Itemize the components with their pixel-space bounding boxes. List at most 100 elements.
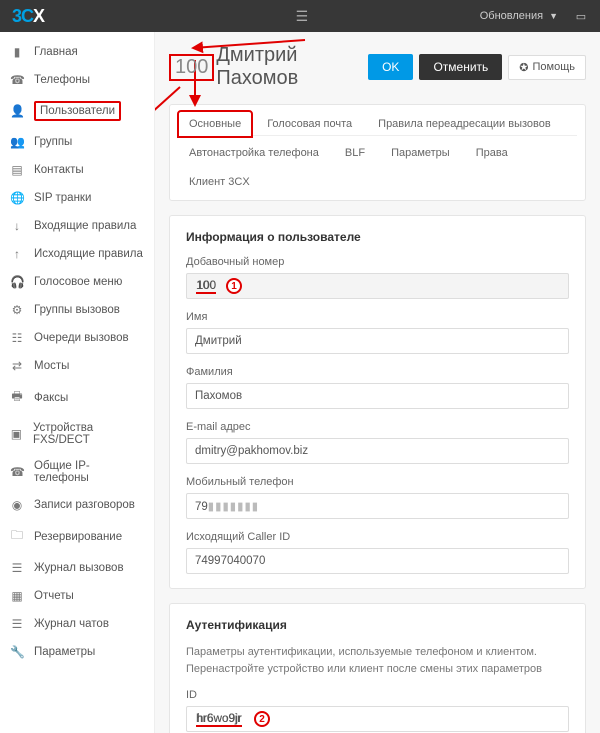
- lname-label: Фамилия: [186, 366, 569, 378]
- page-header: 100Дмитрий Пахомов OK Отменить ✪Помощь: [169, 44, 586, 90]
- tab-Права[interactable]: Права: [465, 140, 519, 165]
- sidebar-item-label: Контакты: [34, 164, 84, 176]
- mobile-label: Мобильный телефон: [186, 476, 569, 488]
- sidebar: ▮ Главная ☎Телефоны👤Пользователи 👥 Группы ▤ Ко…: [0, 32, 155, 733]
- bar-chart-icon: ▮: [10, 45, 24, 59]
- email-label: E-mail адрес: [186, 421, 569, 433]
- ok-button[interactable]: OK: [368, 54, 413, 80]
- sidebar-item-label: Отчеты: [34, 590, 74, 602]
- title-name: Дмитрий Пахомов: [216, 44, 368, 90]
- sidebar-item-label: Входящие правила: [34, 220, 136, 232]
- sidebar-item-9[interactable]: ⚙ Группы вызовов: [0, 296, 154, 324]
- sidebar-item-label: Исходящие правила: [34, 248, 143, 260]
- device-icon: ▣: [10, 427, 23, 441]
- settings-icon: 🔧: [10, 645, 24, 659]
- logo: 3CX: [12, 6, 44, 27]
- mobile-prefix: 79: [195, 501, 208, 513]
- backup-icon: 🗀: [10, 526, 24, 547]
- sidebar-item-15[interactable]: ◉ Записи разговоров: [0, 491, 154, 519]
- ext-underline: 100: [196, 278, 216, 294]
- sidebar-item-3[interactable]: 👥 Группы: [0, 128, 154, 156]
- sidebar-item-label: Записи разговоров: [34, 499, 135, 511]
- tab-Голосовая почта[interactable]: Голосовая почта: [256, 111, 363, 136]
- address-book-icon: ▤: [10, 163, 24, 177]
- group-icon: ⚙: [10, 303, 24, 317]
- caret-down-icon[interactable]: ▼: [549, 11, 558, 21]
- tab-Клиент 3CX[interactable]: Клиент 3CX: [178, 169, 261, 194]
- id-underline: hr6wo9jr: [196, 711, 242, 727]
- sidebar-item-5[interactable]: 🌐SIP транки: [0, 184, 154, 212]
- sidebar-item-4[interactable]: ▤ Контакты: [0, 156, 154, 184]
- tab-Основные[interactable]: Основные: [178, 111, 252, 137]
- sidebar-item-16[interactable]: 🗀 Резервирование: [0, 519, 154, 554]
- help-button[interactable]: ✪Помощь: [508, 55, 586, 80]
- bridge-icon: ⇄: [10, 359, 24, 373]
- auth-panel: Аутентификация Параметры аутентификации,…: [169, 603, 586, 733]
- sidebar-item-label: Мосты: [34, 360, 69, 372]
- sidebar-item-7[interactable]: ↑ Исходящие правила: [0, 240, 154, 268]
- cid-input[interactable]: [186, 548, 569, 574]
- sidebar-item-8[interactable]: 🎧Голосовое меню: [0, 268, 154, 296]
- lname-input[interactable]: [186, 383, 569, 409]
- sidebar-item-label: Журнал чатов: [34, 618, 109, 630]
- sidebar-item-label: Группы вызовов: [34, 304, 120, 316]
- chat-log-icon: ☰: [10, 617, 24, 631]
- upload-icon: ↑: [10, 247, 24, 261]
- sidebar-item-label: Журнал вызовов: [34, 562, 124, 574]
- sidebar-item-12[interactable]: 🖶 Факсы: [0, 380, 154, 415]
- users-icon: 👥: [10, 135, 24, 149]
- tabs: ОсновныеГолосовая почтаПравила переадрес…: [169, 104, 586, 201]
- sidebar-item-label: Общие IP-телефоны: [34, 460, 144, 484]
- id-input[interactable]: [186, 706, 569, 732]
- record-icon: ◉: [10, 498, 24, 512]
- sidebar-item-label: Факсы: [34, 392, 68, 404]
- sidebar-item-0[interactable]: ▮ Главная: [0, 38, 154, 66]
- sidebar-item-6[interactable]: ↓ Входящие правила: [0, 212, 154, 240]
- sidebar-item-1[interactable]: ☎Телефоны: [0, 66, 154, 94]
- id-label: ID: [186, 689, 569, 701]
- sidebar-item-label: Очереди вызовов: [34, 332, 129, 344]
- sidebar-item-17[interactable]: ☰ Журнал вызовов: [0, 554, 154, 582]
- sidebar-item-11[interactable]: ⇄ Мосты: [0, 352, 154, 380]
- sidebar-item-label: Параметры: [34, 646, 95, 658]
- content: 100Дмитрий Пахомов OK Отменить ✪Помощь О…: [155, 32, 600, 733]
- sidebar-item-20[interactable]: 🔧 Параметры: [0, 638, 154, 666]
- annotation-badge-1: 1: [226, 278, 242, 294]
- report-icon: ▦: [10, 589, 24, 603]
- deskphone-icon: ☎: [10, 465, 24, 479]
- cancel-button[interactable]: Отменить: [419, 54, 502, 80]
- logo-x: X: [33, 6, 44, 27]
- sidebar-item-label: Главная: [34, 46, 78, 58]
- fname-input[interactable]: [186, 328, 569, 354]
- notification-icon[interactable]: ▭: [574, 10, 588, 23]
- tab-Автонастройка телефона[interactable]: Автонастройка телефона: [178, 140, 330, 165]
- tab-Правила переадресации вызовов[interactable]: Правила переадресации вызовов: [367, 111, 562, 136]
- sidebar-item-13[interactable]: ▣ Устройства FXS/DECT: [0, 415, 154, 453]
- sidebar-item-14[interactable]: ☎ Общие IP-телефоны: [0, 453, 154, 491]
- updates-menu[interactable]: Обновления: [480, 10, 543, 22]
- sidebar-item-label: Пользователи: [40, 105, 115, 117]
- ext-input[interactable]: [186, 273, 569, 299]
- panel-title: Информация о пользователе: [186, 230, 569, 244]
- sidebar-item-2[interactable]: 👤Пользователи: [0, 94, 154, 128]
- download-icon: ↓: [10, 219, 24, 233]
- sidebar-item-label: Устройства FXS/DECT: [33, 422, 144, 446]
- auth-desc: Параметры аутентификации, используемые т…: [186, 644, 569, 677]
- sidebar-item-19[interactable]: ☰ Журнал чатов: [0, 610, 154, 638]
- fname-label: Имя: [186, 311, 569, 323]
- sidebar-item-label: Группы: [34, 136, 72, 148]
- panel-title: Аутентификация: [186, 618, 569, 632]
- sidebar-item-18[interactable]: ▦ Отчеты: [0, 582, 154, 610]
- sidebar-item-10[interactable]: ☷Очереди вызовов: [0, 324, 154, 352]
- email-input[interactable]: [186, 438, 569, 464]
- fax-icon: 🖶: [10, 387, 24, 408]
- logo-3c: 3C: [12, 6, 33, 27]
- menu-toggle-icon[interactable]: ☰: [296, 8, 309, 25]
- tab-BLF[interactable]: BLF: [334, 140, 376, 165]
- sidebar-item-label: Резервирование: [34, 531, 122, 543]
- globe-icon: 🌐: [10, 191, 24, 205]
- help-icon: ✪: [519, 61, 528, 74]
- topbar: 3CX ☰ Обновления ▼ ▭: [0, 0, 600, 32]
- tab-Параметры[interactable]: Параметры: [380, 140, 461, 165]
- call-log-icon: ☰: [10, 561, 24, 575]
